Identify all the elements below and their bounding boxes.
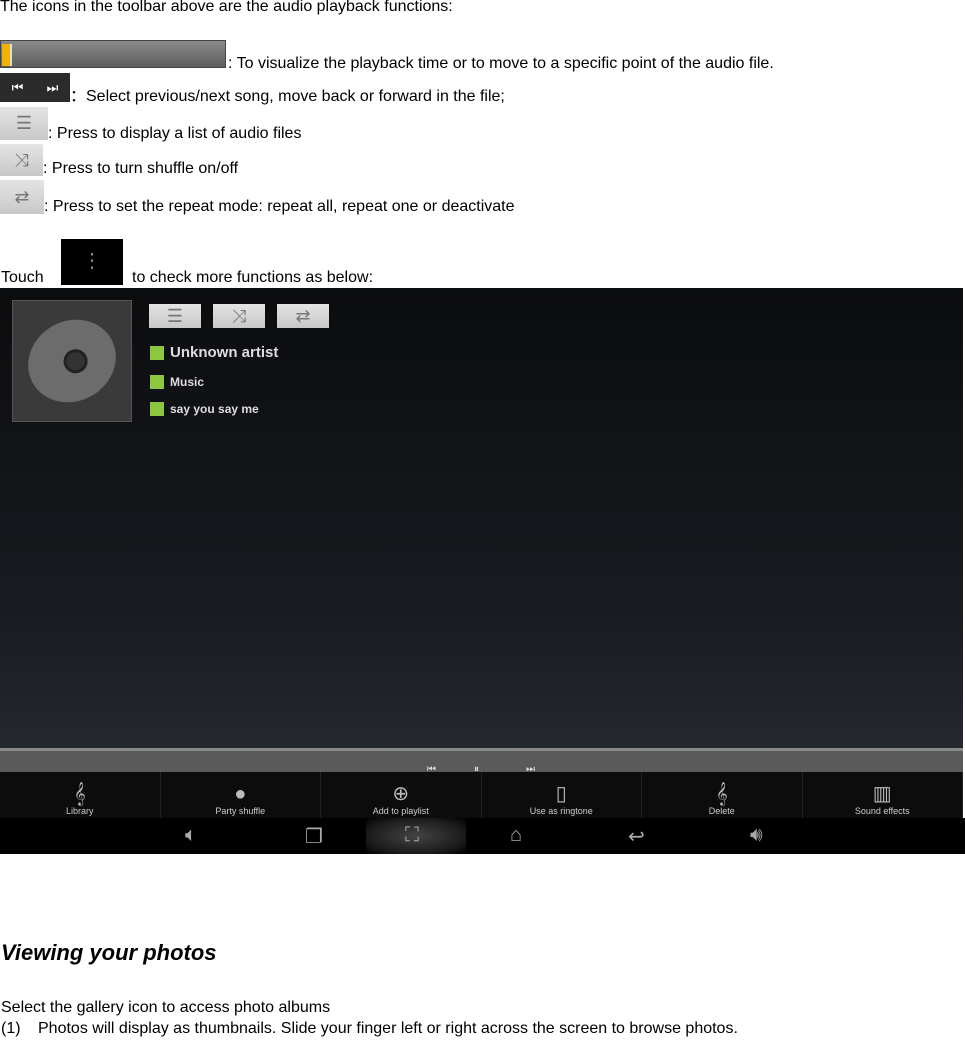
library-icon: 𝄞: [73, 783, 86, 805]
touch-after-text: to check more functions as below:: [132, 269, 374, 286]
seek-description: : To visualize the playback time or to m…: [228, 55, 774, 72]
list-number: (1): [1, 1020, 21, 1037]
list-button[interactable]: ☰: [149, 304, 201, 328]
shuffle-icon: ⤨: [0, 144, 43, 176]
artist-icon: [150, 345, 164, 360]
recent-apps-icon[interactable]: ❐: [305, 824, 323, 849]
song-name: say you say me: [170, 402, 259, 416]
disc-icon: [13, 303, 131, 419]
home-icon[interactable]: ⌂: [510, 824, 522, 847]
seek-bar-image: [0, 40, 226, 68]
playback-seek-bar[interactable]: [0, 748, 963, 775]
menu-delete[interactable]: 𝄞 Delete: [642, 772, 803, 818]
menu-use-as-ringtone[interactable]: ▯ Use as ringtone: [482, 772, 642, 818]
paragraph-1: Select the gallery icon to access photo …: [1, 999, 331, 1016]
back-icon[interactable]: ↩: [628, 824, 645, 849]
music-player-screenshot: ☰ ⤨ ⇄ Unknown artist Music say you say m…: [0, 288, 963, 818]
more-options-icon: ⋮: [61, 239, 123, 285]
menu-sound-effects[interactable]: ▥ Sound effects: [803, 772, 963, 818]
volume-down-icon[interactable]: 🔈︎: [185, 824, 197, 847]
album-name: Music: [170, 375, 205, 389]
section-heading: Viewing your photos: [1, 940, 217, 965]
menu-library[interactable]: 𝄞 Library: [0, 772, 161, 818]
touch-text: Touch: [1, 269, 44, 286]
prev-next-icon: ⏮ ⏭: [0, 73, 70, 102]
add-icon: ⊕: [392, 783, 410, 805]
phone-icon: ▯: [555, 783, 567, 805]
intro-text: The icons in the toolbar above are the a…: [0, 0, 453, 15]
repeat-description: : Press to set the repeat mode: repeat a…: [44, 198, 515, 215]
party-shuffle-icon: ●: [234, 783, 247, 805]
menu-party-shuffle[interactable]: ● Party shuffle: [161, 772, 321, 818]
screenshot-icon[interactable]: ⛶: [405, 824, 419, 847]
equalizer-icon: ▥: [872, 783, 892, 805]
album-art: [12, 300, 132, 422]
song-icon: [150, 402, 164, 416]
android-nav-bar: 🔈︎ ❐ ⛶ ⌂ ↩ 🔊︎: [0, 818, 965, 854]
repeat-button[interactable]: ⇄: [277, 304, 329, 328]
prev-next-description: ：Select previous/next song, move back or…: [70, 88, 505, 105]
volume-up-icon[interactable]: 🔊︎: [750, 824, 763, 847]
repeat-icon: ⇄: [0, 180, 44, 214]
artist-name: Unknown artist: [170, 344, 279, 361]
list-icon: ☰: [0, 107, 48, 140]
album-icon: [150, 375, 164, 389]
shuffle-button[interactable]: ⤨: [213, 304, 265, 328]
paragraph-2: Photos will display as thumbnails. Slide…: [38, 1020, 738, 1037]
options-menu: 𝄞 Library ● Party shuffle ⊕ Add to playlist…: [0, 772, 963, 818]
shuffle-description: : Press to turn shuffle on/off: [43, 160, 239, 177]
menu-add-to-playlist[interactable]: ⊕ Add to playlist: [321, 772, 482, 818]
list-description: : Press to display a list of audio files: [48, 125, 302, 142]
delete-icon: 𝄞: [715, 783, 728, 805]
